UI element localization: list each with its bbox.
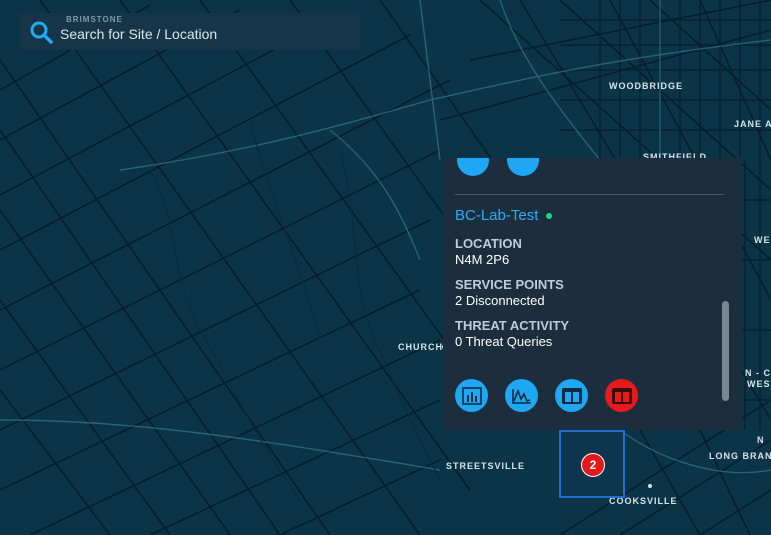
- line-chart-button[interactable]: [505, 379, 538, 412]
- location-label: LOCATION: [455, 236, 522, 251]
- place-label: WOODBRIDGE: [609, 81, 683, 91]
- site-name-link[interactable]: BC-Lab-Test: [455, 207, 538, 224]
- location-value: N4M 2P6: [455, 252, 510, 267]
- place-label: WEST: [747, 379, 771, 389]
- place-label: WE: [754, 235, 771, 245]
- service-points-label: SERVICE POINTS: [455, 277, 564, 292]
- panels-icon: [611, 387, 632, 404]
- bar-chart-button[interactable]: [455, 379, 488, 412]
- panels-alert-button[interactable]: [605, 379, 638, 412]
- place-label: STREETSVILLE: [446, 461, 526, 471]
- cluster-count-badge[interactable]: 2: [581, 453, 605, 477]
- status-dot: [546, 212, 553, 219]
- action-icon[interactable]: [457, 158, 489, 176]
- bar-chart-icon: [461, 386, 482, 405]
- divider: [455, 194, 724, 195]
- site-popup: BC-Lab-Test LOCATION N4M 2P6 SERVICE POI…: [443, 158, 742, 430]
- panels-icon: [561, 387, 582, 404]
- site-header: BC-Lab-Test: [455, 207, 553, 224]
- place-label: CHURCH: [398, 342, 443, 352]
- search-input[interactable]: [56, 24, 354, 44]
- action-icon[interactable]: [507, 158, 539, 176]
- panels-button[interactable]: [555, 379, 588, 412]
- place-label: JANE A: [734, 119, 771, 129]
- service-points-value: 2 Disconnected: [455, 293, 545, 308]
- place-label: N - CL: [745, 368, 771, 378]
- search-bar: BRIMSTONE: [20, 13, 360, 50]
- threat-activity-value: 0 Threat Queries: [455, 334, 553, 349]
- threat-activity-label: THREAT ACTIVITY: [455, 318, 570, 333]
- brand-label: BRIMSTONE: [66, 15, 123, 24]
- place-label: N: [757, 435, 765, 445]
- popup-scrollbar[interactable]: [722, 301, 729, 401]
- search-icon[interactable]: [29, 20, 53, 44]
- place-label: LONG BRAN: [709, 451, 771, 461]
- line-chart-icon: [511, 388, 531, 404]
